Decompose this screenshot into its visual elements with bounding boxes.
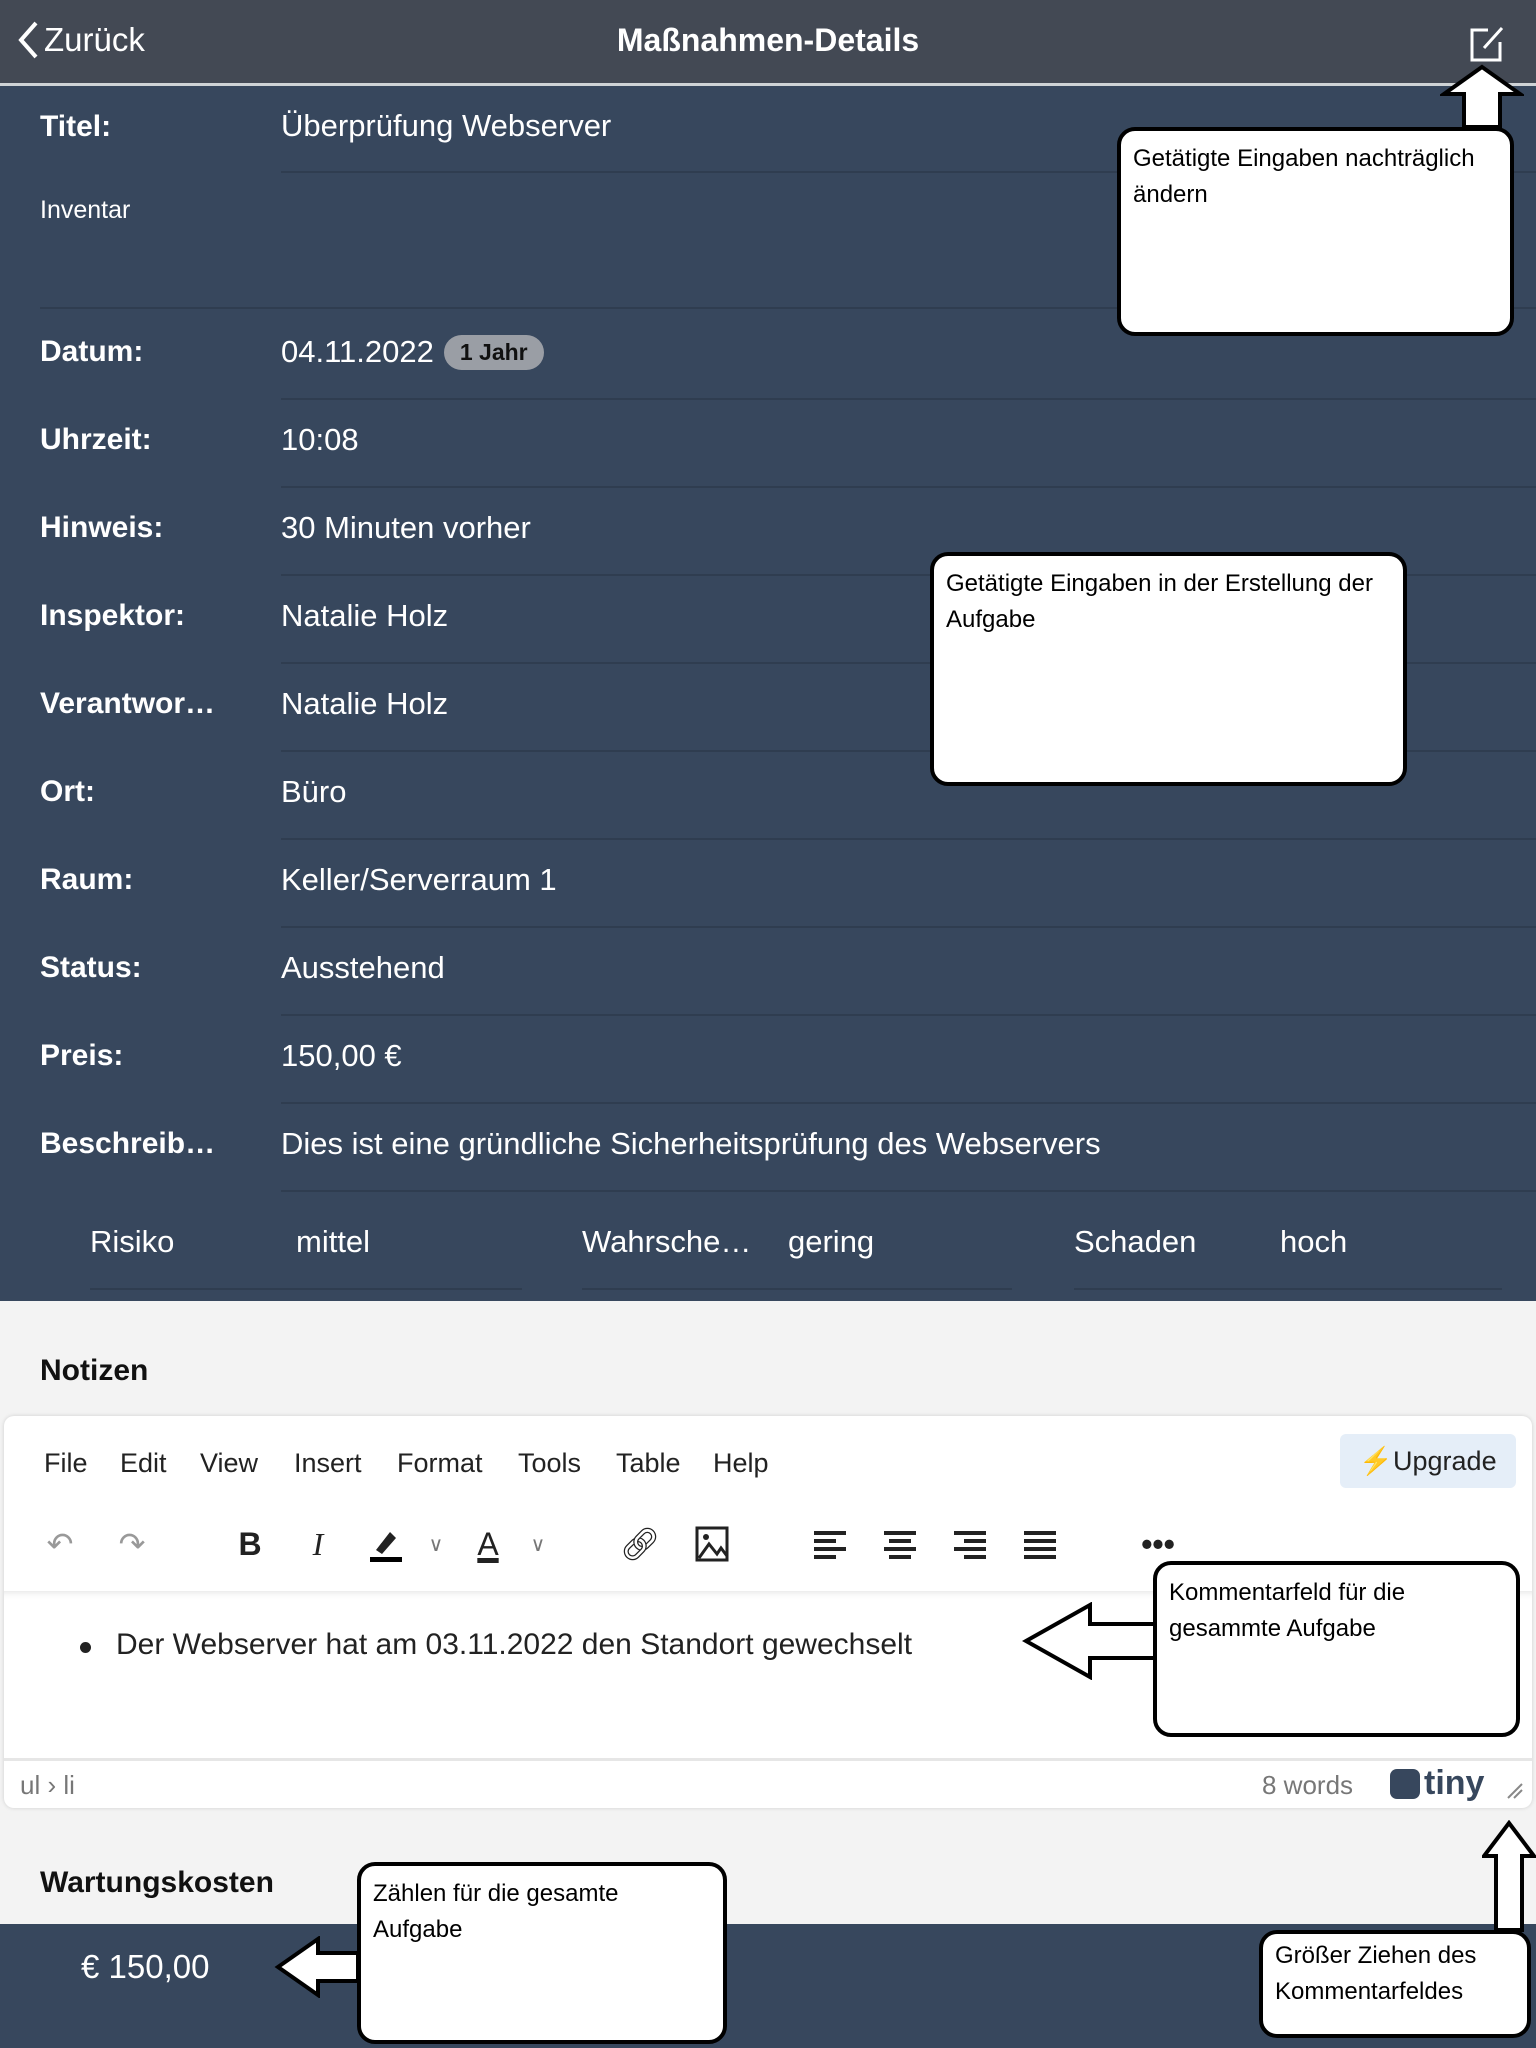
callout-count: Zählen für die gesamte Aufgabe (357, 1862, 727, 2044)
arrow-up-icon (1482, 1820, 1536, 1932)
divider (1074, 1288, 1502, 1290)
align-left-icon[interactable] (808, 1524, 852, 1564)
image-icon[interactable] (690, 1524, 734, 1564)
upgrade-label: Upgrade (1393, 1445, 1497, 1476)
field-label: Status: (40, 951, 142, 984)
field-value: 10:08 (281, 422, 359, 458)
word-count[interactable]: 8 words (1262, 1770, 1353, 1801)
highlight-icon[interactable] (364, 1524, 408, 1564)
tiny-icon (1390, 1768, 1420, 1799)
edit-square-icon[interactable] (1466, 24, 1506, 64)
lightning-icon: ⚡ (1359, 1446, 1394, 1476)
callout-resize: Größer Ziehen des Kommentarfeldes (1259, 1930, 1531, 2038)
damage-label: Schaden (1074, 1224, 1197, 1259)
menu-format[interactable]: Format (397, 1448, 483, 1479)
brand-label: tiny (1424, 1764, 1485, 1802)
field-value: 150,00 € (281, 1038, 402, 1074)
field-label: Verantwor… (40, 687, 216, 720)
field-value-text: Ausstehend (281, 950, 445, 985)
notes-heading: Notizen (40, 1354, 149, 1387)
divider (281, 398, 1536, 400)
menu-help[interactable]: Help (713, 1448, 769, 1479)
menu-edit[interactable]: Edit (120, 1448, 167, 1479)
field-value: Natalie Holz (281, 598, 448, 634)
callout-comment: Kommentarfeld für die gesammte Aufgabe (1153, 1561, 1520, 1737)
field-value-text: Natalie Holz (281, 686, 449, 721)
category-label: Inventar (40, 196, 131, 224)
divider (281, 926, 1536, 928)
bullet-icon (80, 1642, 91, 1653)
menu-file[interactable]: File (44, 1448, 88, 1479)
callout-edit: Getätigte Eingaben nachträglich ändern (1117, 127, 1514, 336)
costs-value: € 150,00 (81, 1948, 210, 1985)
divider (281, 1102, 1536, 1104)
page-title: Maßnahmen-Details (616, 22, 920, 58)
field-value-text: Dies ist eine gründliche Sicherheitsprüf… (281, 1126, 1101, 1161)
upgrade-button[interactable]: ⚡ Upgrade (1340, 1434, 1516, 1488)
field-value-text: 10:08 (281, 422, 359, 457)
divider (281, 1190, 1536, 1192)
field-value-text: 150,00 € (281, 1038, 402, 1073)
field-value-text: 04.11.2022 (281, 334, 434, 369)
chevron-down-icon[interactable]: ∨ (516, 1524, 560, 1564)
field-label: Inspektor: (40, 599, 186, 632)
more-icon[interactable]: ••• (1136, 1524, 1180, 1564)
field-value-text: 30 Minuten vorher (281, 510, 531, 545)
field-value: Ausstehend (281, 950, 445, 986)
resize-handle-icon[interactable] (1504, 1780, 1524, 1800)
field-value: Keller/Serverraum 1 (281, 862, 557, 898)
damage-value[interactable]: hoch (1280, 1224, 1347, 1260)
redo-icon[interactable]: ↷ (110, 1524, 154, 1564)
interval-badge: 1 Jahr (443, 334, 544, 370)
element-path[interactable]: ul › li (20, 1770, 75, 1801)
link-icon[interactable]: 🔗︎ (618, 1524, 662, 1564)
italic-icon[interactable]: I (296, 1524, 340, 1564)
menu-tools[interactable]: Tools (518, 1448, 581, 1479)
tiny-logo[interactable]: tiny (1390, 1764, 1484, 1803)
field-value: Natalie Holz (281, 686, 448, 722)
align-center-icon[interactable] (878, 1524, 922, 1564)
field-label: Ort: (40, 775, 95, 808)
divider (281, 1014, 1536, 1016)
divider (281, 838, 1536, 840)
arrow-left-icon (274, 1936, 360, 1998)
divider (90, 1288, 522, 1290)
menu-insert[interactable]: Insert (294, 1448, 362, 1479)
menu-table[interactable]: Table (616, 1448, 681, 1479)
callout-inputs: Getätigte Eingaben in der Erstellung der… (930, 552, 1407, 786)
field-label: Hinweis: (40, 511, 164, 544)
costs-heading: Wartungskosten (40, 1866, 274, 1899)
field-label: Datum: (40, 335, 144, 368)
title-label: Titel: (40, 110, 112, 143)
justify-icon[interactable] (1018, 1524, 1062, 1564)
field-value: 04.11.2022 1 Jahr (281, 334, 544, 370)
field-value: Dies ist eine gründliche Sicherheitsprüf… (281, 1126, 1101, 1162)
menu-view[interactable]: View (200, 1448, 258, 1479)
field-value-text: Keller/Serverraum 1 (281, 862, 557, 897)
divider (281, 486, 1536, 488)
align-right-icon[interactable] (948, 1524, 992, 1564)
field-value: Büro (281, 774, 346, 810)
status-divider (4, 1758, 1532, 1761)
text-color-icon[interactable]: A (466, 1524, 510, 1564)
arrow-left-icon (1022, 1602, 1157, 1680)
undo-icon[interactable]: ↶ (38, 1524, 82, 1564)
chevron-down-icon[interactable]: ∨ (414, 1524, 458, 1564)
risk-label: Risiko (90, 1224, 175, 1259)
arrow-up-icon (1440, 64, 1524, 129)
divider (582, 1288, 1012, 1290)
field-label: Raum: (40, 863, 134, 896)
field-value-text: Büro (281, 774, 347, 809)
field-value: 30 Minuten vorher (281, 510, 531, 546)
probability-label: Wahrsche… (582, 1224, 752, 1259)
field-value-text: Natalie Holz (281, 598, 449, 633)
field-label: Beschreib… (40, 1127, 216, 1160)
probability-value[interactable]: gering (788, 1224, 874, 1260)
note-item[interactable]: Der Webserver hat am 03.11.2022 den Stan… (116, 1628, 912, 1662)
field-label: Preis: (40, 1039, 124, 1072)
title-value: Überprüfung Webserver (281, 108, 612, 143)
field-label: Uhrzeit: (40, 423, 152, 456)
bold-icon[interactable]: B (228, 1524, 272, 1564)
risk-value[interactable]: mittel (296, 1224, 370, 1260)
